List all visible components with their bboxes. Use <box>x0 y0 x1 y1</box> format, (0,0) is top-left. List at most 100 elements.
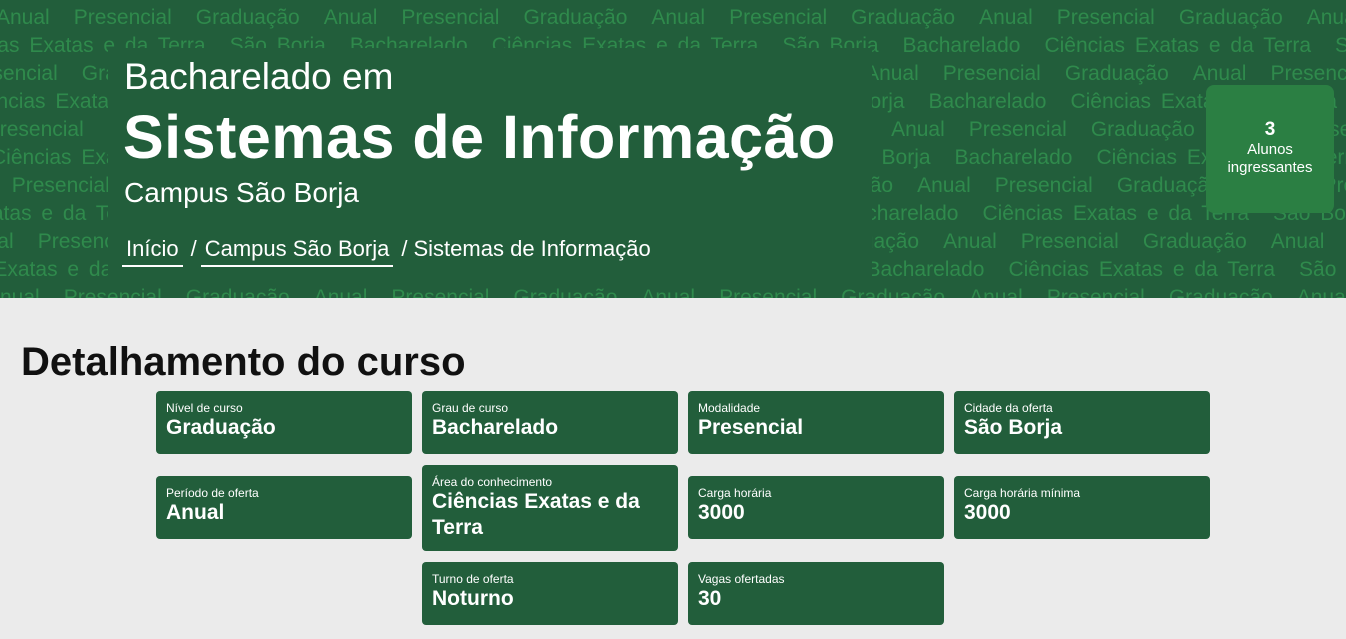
background-pattern-word: Graduação <box>523 6 628 29</box>
detail-card-value: 3000 <box>964 501 1011 524</box>
background-pattern-word: Presencial <box>994 174 1093 197</box>
background-pattern-word: Graduação <box>1064 62 1169 85</box>
detail-card-value: Noturno <box>432 587 514 610</box>
background-pattern-word: Anual <box>313 286 368 298</box>
background-pattern-word: Presencial <box>63 286 162 298</box>
course-hero-banner: Anual Presencial Graduação Anual Presencial G… <box>0 0 1346 298</box>
background-pattern-word: Presencial <box>1270 62 1346 85</box>
course-title: Sistemas de Informação <box>123 103 836 171</box>
detail-card-value: Graduação <box>166 416 276 439</box>
background-pattern-word: Bacharelado <box>866 258 985 281</box>
background-pattern-word: Anual <box>0 286 40 298</box>
background-pattern-word: Graduação <box>1090 118 1195 141</box>
background-pattern-word: Graduação <box>185 286 290 298</box>
background-pattern-row: Anual Presencial Graduação Anual Presencial G… <box>0 6 1346 30</box>
detail-card-label: Área do conhecimento <box>432 475 553 489</box>
background-pattern-word: Anual <box>891 118 945 141</box>
background-pattern-word: Anual <box>979 6 1033 29</box>
background-pattern-row: Anual Presencial Graduação Anual Presencial G… <box>0 286 1346 298</box>
detail-card-value: Anual <box>166 501 225 524</box>
detail-card-label: Cidade da oferta <box>964 401 1053 415</box>
detail-card-label: Período de oferta <box>166 486 259 500</box>
background-pattern-word: Anual <box>1296 286 1346 298</box>
background-pattern-word: Presencial <box>0 118 84 141</box>
title-block: Bacharelado em Sistemas de Informação Ca… <box>108 48 872 284</box>
detail-card-carga-minima: Carga horária mínima 3000 <box>954 476 1210 539</box>
background-pattern-word: Bacharelado <box>928 90 1047 113</box>
breadcrumb-home-link[interactable]: Início <box>122 235 183 267</box>
background-pattern-word: Ciências Exatas e da Terra <box>1008 258 1276 281</box>
incoming-students-label-line1: Alunos <box>1247 141 1293 158</box>
background-pattern-word: Anual <box>0 230 14 253</box>
background-pattern-word: Graduação <box>195 6 300 29</box>
detail-card-periodo: Período de oferta Anual <box>156 476 412 539</box>
detail-card-value: São Borja <box>964 416 1063 439</box>
background-pattern-word: Anual <box>641 286 696 298</box>
background-pattern-word: Graduação <box>1178 6 1283 29</box>
background-pattern-word: Anual <box>0 6 50 29</box>
detail-card-nivel: Nível de curso Graduação <box>156 391 412 454</box>
background-pattern-word: Ciências Exatas e da Terra <box>1044 34 1312 57</box>
detail-card-value: 3000 <box>698 501 745 524</box>
detail-card-area: Área do conhecimento Ciências Exatas e d… <box>422 465 678 551</box>
background-pattern-word: Bacharelado <box>902 34 1021 57</box>
detail-card-label: Carga horária <box>698 486 772 500</box>
background-pattern-word: Graduação <box>513 286 618 298</box>
detail-card-grau: Grau de curso Bacharelado <box>422 391 678 454</box>
background-pattern-word: Anual <box>1192 62 1247 85</box>
background-pattern-word: Anual <box>943 230 997 253</box>
detail-card-value: Bacharelado <box>432 416 559 439</box>
detail-card-modalidade: Modalidade Presencial <box>688 391 944 454</box>
background-pattern-word: Presencial <box>11 174 110 197</box>
breadcrumb-current: Sistemas de Informação <box>413 236 651 261</box>
background-pattern-word: Anual <box>1306 6 1346 29</box>
detail-card-label: Carga horária mínima <box>964 486 1081 500</box>
background-pattern-word: Anual <box>865 62 919 85</box>
breadcrumb-campus-link[interactable]: Campus São Borja <box>200 235 394 267</box>
background-pattern-word: Presencial <box>719 286 818 298</box>
background-pattern-word: Presencial <box>1046 286 1145 298</box>
incoming-students-label-line2: ingressantes <box>1227 159 1313 176</box>
section-title: Detalhamento do curso <box>21 340 466 384</box>
detail-card-label: Modalidade <box>698 401 761 415</box>
background-pattern-word: Bacharelado <box>954 146 1073 169</box>
background-pattern-word: Graduação <box>1168 286 1273 298</box>
detail-card-turno: Turno de oferta Noturno <box>422 562 678 625</box>
breadcrumb-separator: / <box>190 236 197 261</box>
incoming-students-stat: 3 Alunos ingressantes <box>1206 85 1334 213</box>
detail-card-value: Ciências Exatas e da Terra <box>432 490 640 539</box>
background-pattern-word: Anual <box>1270 230 1325 253</box>
background-pattern-word: Presencial <box>401 6 500 29</box>
background-pattern-word: Anual <box>323 6 378 29</box>
incoming-students-count: 3 <box>1264 119 1276 140</box>
breadcrumb: Início / Campus São Borja / Sistemas de Info… <box>122 235 651 267</box>
background-pattern-word: Anual <box>917 174 971 197</box>
detail-card-label: Vagas ofertadas <box>698 572 785 586</box>
detail-card-label: Grau de curso <box>432 401 509 415</box>
detail-card-cidade: Cidade da oferta São Borja <box>954 391 1210 454</box>
background-pattern-word: Presencial <box>968 118 1067 141</box>
background-pattern-word: São Borja <box>1335 34 1346 57</box>
background-pattern-word: Presencial <box>729 6 828 29</box>
detail-card-label: Nível de curso <box>166 401 243 415</box>
background-pattern-word: Graduação <box>1142 230 1247 253</box>
background-pattern-word: Presencial <box>0 62 58 85</box>
background-pattern-word: Anual <box>651 6 706 29</box>
degree-prefix: Bacharelado em <box>124 56 394 97</box>
detail-card-label: Turno de oferta <box>432 572 514 586</box>
background-pattern-word: Graduação <box>841 286 946 298</box>
detail-card-vagas: Vagas ofertadas 30 <box>688 562 944 625</box>
background-pattern-word: São Borja <box>1299 258 1346 281</box>
background-pattern-word: Presencial <box>1020 230 1119 253</box>
campus-name: Campus São Borja <box>124 177 360 208</box>
background-pattern-word: Anual <box>969 286 1023 298</box>
background-pattern-word: Presencial <box>73 6 172 29</box>
background-pattern-word: Presencial <box>391 286 490 298</box>
background-pattern-word: Graduação <box>851 6 956 29</box>
detail-card-value: 30 <box>698 587 722 610</box>
background-pattern-word: Presencial <box>942 62 1041 85</box>
detail-card-carga: Carga horária 3000 <box>688 476 944 539</box>
detail-card-value: Presencial <box>698 416 804 439</box>
breadcrumb-separator: / <box>401 236 408 261</box>
background-pattern-word: Presencial <box>1056 6 1155 29</box>
